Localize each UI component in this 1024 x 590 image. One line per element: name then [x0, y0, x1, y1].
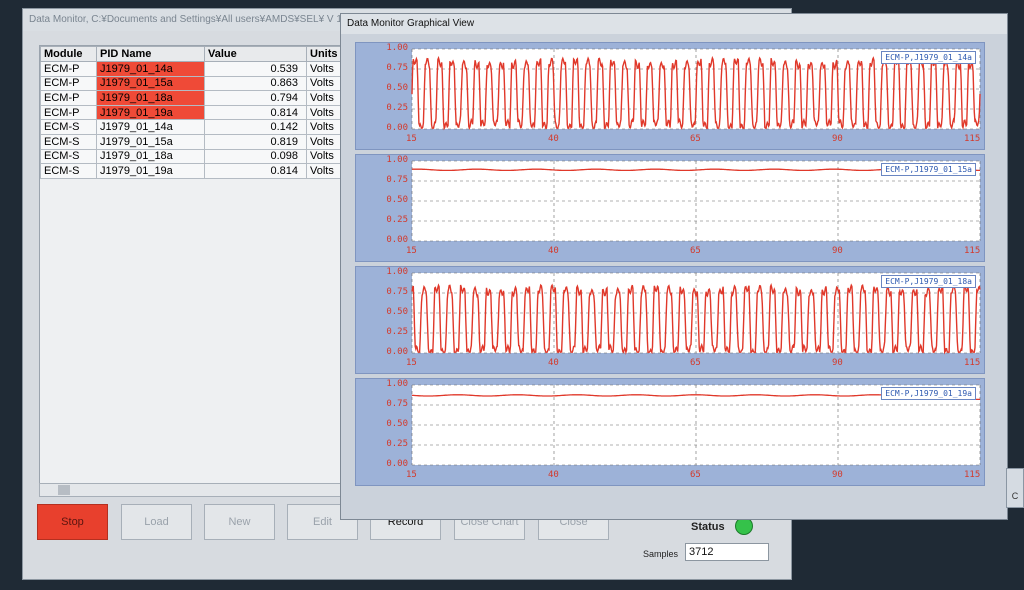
load-button[interactable]: Load [121, 504, 192, 540]
column-header-value[interactable]: Value [204, 46, 307, 62]
chart-legend: ECM-P,J1979_01_14a [881, 51, 976, 64]
cell-module: ECM-S [40, 148, 97, 165]
table-row[interactable]: ECM-P J1979_01_18a 0.794 Volts [40, 90, 342, 106]
pid-table-container: Module PID Name Value Units ECM-P J1979_0… [39, 45, 342, 495]
chart-panel: 1.00 0.75 0.50 0.25 0.00 15 40 65 90 115 ECM-P,J19… [355, 266, 985, 374]
cell-units: Volts [306, 104, 342, 121]
cell-module: ECM-S [40, 163, 97, 179]
cell-value: 0.142 [204, 119, 307, 135]
cell-pid-name: J1979_01_18a [96, 148, 205, 165]
pid-table: Module PID Name Value Units ECM-P J1979_0… [40, 46, 342, 179]
column-header-pid-name[interactable]: PID Name [96, 46, 205, 62]
column-header-units[interactable]: Units [306, 46, 342, 62]
cell-pid-name: J1979_01_19a [96, 104, 205, 121]
side-app-icon[interactable]: C [1006, 468, 1024, 508]
chart-panel: 1.00 0.75 0.50 0.25 0.00 15 40 65 90 115 ECM-P,J19… [355, 378, 985, 486]
table-row[interactable]: ECM-P J1979_01_14a 0.539 Volts [40, 61, 342, 77]
cell-pid-name: J1979_01_15a [96, 133, 205, 150]
cell-value: 0.814 [204, 163, 307, 179]
cell-module: ECM-P [40, 61, 97, 77]
cell-pid-name: J1979_01_19a [96, 163, 205, 179]
scrollbar-thumb[interactable] [58, 485, 70, 495]
series-line [411, 282, 981, 355]
table-header-row: Module PID Name Value Units [40, 46, 342, 62]
graph-window-title: Data Monitor Graphical View [341, 14, 1007, 34]
table-row[interactable]: ECM-S J1979_01_15a 0.819 Volts [40, 133, 342, 150]
chart-legend: ECM-P,J1979_01_15a [881, 163, 976, 176]
cell-pid-name: J1979_01_18a [96, 90, 205, 106]
cell-units: Volts [306, 75, 342, 92]
pid-table-body: ECM-P J1979_01_14a 0.539 Volts ECM-P J1979_01… [40, 61, 342, 179]
table-row[interactable]: ECM-S J1979_01_18a 0.098 Volts [40, 148, 342, 165]
cell-module: ECM-S [40, 133, 97, 150]
cell-module: ECM-P [40, 75, 97, 92]
table-row[interactable]: ECM-P J1979_01_15a 0.863 Volts [40, 75, 342, 92]
samples-label: Samples [643, 549, 679, 559]
cell-units: Volts [306, 148, 342, 165]
horizontal-scrollbar[interactable] [39, 483, 341, 497]
cell-units: Volts [306, 61, 342, 77]
cell-pid-name: J1979_01_15a [96, 75, 205, 92]
samples-field[interactable]: 3712 [685, 543, 769, 561]
cell-units: Volts [306, 90, 342, 106]
cell-units: Volts [306, 163, 342, 179]
cell-value: 0.539 [204, 61, 307, 77]
chart-legend: ECM-P,J1979_01_19a [881, 387, 976, 400]
cell-units: Volts [306, 133, 342, 150]
stop-button[interactable]: Stop [37, 504, 108, 540]
cell-module: ECM-P [40, 90, 97, 106]
table-row[interactable]: ECM-S J1979_01_19a 0.814 Volts [40, 163, 342, 179]
chart-panel: 1.00 0.75 0.50 0.25 0.00 15 40 65 90 115 ECM-P,J19… [355, 154, 985, 262]
cell-value: 0.863 [204, 75, 307, 92]
table-row[interactable]: ECM-P J1979_01_19a 0.814 Volts [40, 104, 342, 121]
cell-pid-name: J1979_01_14a [96, 61, 205, 77]
chart-legend: ECM-P,J1979_01_18a [881, 275, 976, 288]
status-label: Status [691, 521, 725, 533]
column-header-module[interactable]: Module [40, 46, 97, 62]
table-row[interactable]: ECM-S J1979_01_14a 0.142 Volts [40, 119, 342, 135]
cell-value: 0.098 [204, 148, 307, 165]
cell-units: Volts [306, 119, 342, 135]
new-button[interactable]: New [204, 504, 275, 540]
chart-panel: 1.00 0.75 0.50 0.25 0.00 15 40 65 90 115 ECM-P,J19… [355, 42, 985, 150]
cell-module: ECM-P [40, 104, 97, 121]
cell-value: 0.819 [204, 133, 307, 150]
cell-value: 0.794 [204, 90, 307, 106]
cell-module: ECM-S [40, 119, 97, 135]
cell-value: 0.814 [204, 104, 307, 121]
cell-pid-name: J1979_01_14a [96, 119, 205, 135]
graphical-view-window: Data Monitor Graphical View 1.00 0.75 0.50… [340, 13, 1008, 520]
